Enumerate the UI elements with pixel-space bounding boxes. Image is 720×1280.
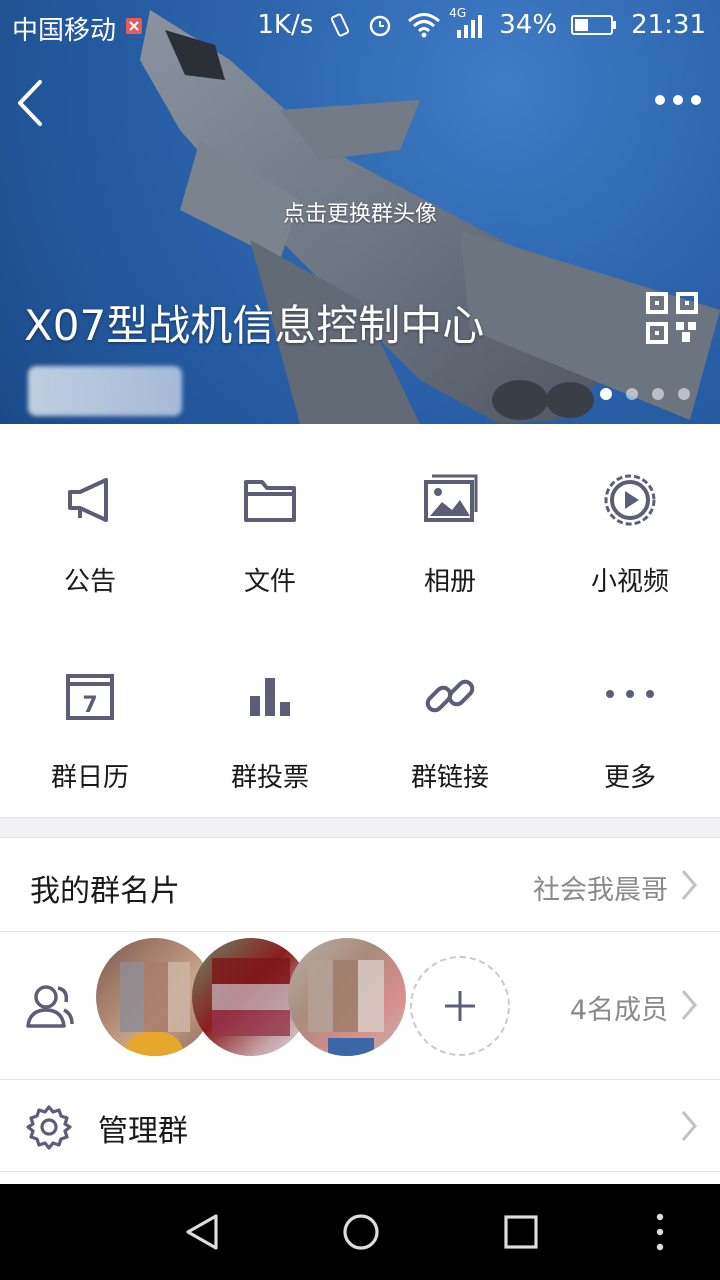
- feature-announcement[interactable]: 公告: [0, 424, 180, 620]
- sim-icon: [126, 18, 142, 34]
- feature-label: 更多: [603, 763, 656, 793]
- feature-label: 小视频: [590, 567, 669, 597]
- change-avatar-hint[interactable]: 点击更换群头像: [0, 196, 720, 228]
- group-name: X07型战机信息控制中心: [24, 301, 485, 350]
- feature-grid: 公告 文件 相册 小视频 7 群日历 群投票 群链接 更多: [0, 424, 720, 817]
- more-options-icon[interactable]: [650, 88, 706, 112]
- my-group-card-title: 我的群名片: [30, 874, 180, 909]
- alarm-icon: [370, 15, 391, 37]
- signal-4g: 4G: [449, 6, 485, 38]
- more-icon: [606, 690, 654, 698]
- wifi-icon: [408, 13, 441, 38]
- network-speed: 1K/s: [257, 10, 314, 40]
- avatar[interactable]: [288, 938, 406, 1056]
- manage-group-title: 管理群: [98, 1114, 188, 1149]
- nav-back-icon[interactable]: [182, 1212, 222, 1252]
- section-divider: [0, 817, 720, 838]
- feature-label: 相册: [423, 567, 476, 597]
- my-group-card-row[interactable]: 我的群名片 社会我晨哥: [0, 838, 720, 932]
- qr-code-icon[interactable]: [646, 292, 698, 344]
- carousel-dot: [626, 388, 638, 400]
- link-icon: [425, 679, 475, 713]
- nav-recents-icon[interactable]: [504, 1215, 538, 1249]
- calendar-icon: 7: [66, 674, 114, 720]
- folder-icon: [244, 480, 296, 522]
- feature-short-video[interactable]: 小视频: [540, 424, 720, 620]
- battery-percent: 34%: [499, 10, 558, 40]
- carrier-name: 中国移动: [12, 16, 117, 46]
- nav-menu-icon[interactable]: [654, 1212, 666, 1252]
- chevron-right-icon: [681, 870, 697, 900]
- feature-label: 公告: [63, 567, 116, 597]
- battery-icon: [571, 15, 617, 35]
- plus-icon: [445, 991, 475, 1021]
- group-header-banner[interactable]: 中国移动 1K/s 4G 34% 21:31 点击更换群头像 X07型战机信息控…: [0, 0, 720, 424]
- carousel-dots: [600, 388, 690, 400]
- gear-icon: [26, 1105, 72, 1150]
- feature-files[interactable]: 文件: [180, 424, 360, 620]
- carousel-dot: [678, 388, 690, 400]
- album-icon: [424, 474, 478, 522]
- feature-label: 群链接: [410, 763, 489, 793]
- system-navigation-bar: [0, 1184, 720, 1280]
- manage-group-row[interactable]: 管理群: [0, 1080, 720, 1172]
- status-bar: 中国移动 1K/s 4G 34% 21:31: [0, 0, 720, 52]
- vibrate-icon: [331, 13, 350, 37]
- carousel-dot: [652, 388, 664, 400]
- member-avatars[interactable]: [96, 938, 406, 1056]
- signal-bars-icon: [457, 15, 483, 38]
- member-count: 4名成员: [569, 995, 668, 1026]
- feature-more[interactable]: 更多: [540, 620, 720, 816]
- vote-chart-icon: [250, 678, 290, 716]
- feature-group-link[interactable]: 群链接: [360, 620, 540, 816]
- carousel-dot: [600, 388, 612, 400]
- feature-label: 文件: [243, 567, 296, 597]
- blurred-group-id: [28, 366, 182, 416]
- chevron-right-icon: [681, 990, 697, 1020]
- add-member-button[interactable]: [410, 956, 510, 1056]
- feature-label: 群日历: [50, 763, 129, 793]
- feature-label: 群投票: [230, 763, 309, 793]
- video-icon: [604, 474, 656, 526]
- back-arrow-icon[interactable]: [12, 78, 52, 128]
- nav-home-icon[interactable]: [342, 1213, 380, 1251]
- members-icon: [26, 985, 74, 1028]
- calendar-day: 7: [82, 693, 97, 718]
- feature-group-calendar[interactable]: 7 群日历: [0, 620, 180, 816]
- chevron-right-icon: [681, 1111, 697, 1141]
- my-group-card-value: 社会我晨哥: [533, 875, 668, 906]
- clock-time: 21:31: [631, 10, 706, 40]
- megaphone-icon: [68, 478, 108, 522]
- feature-album[interactable]: 相册: [360, 424, 540, 620]
- feature-group-vote[interactable]: 群投票: [180, 620, 360, 816]
